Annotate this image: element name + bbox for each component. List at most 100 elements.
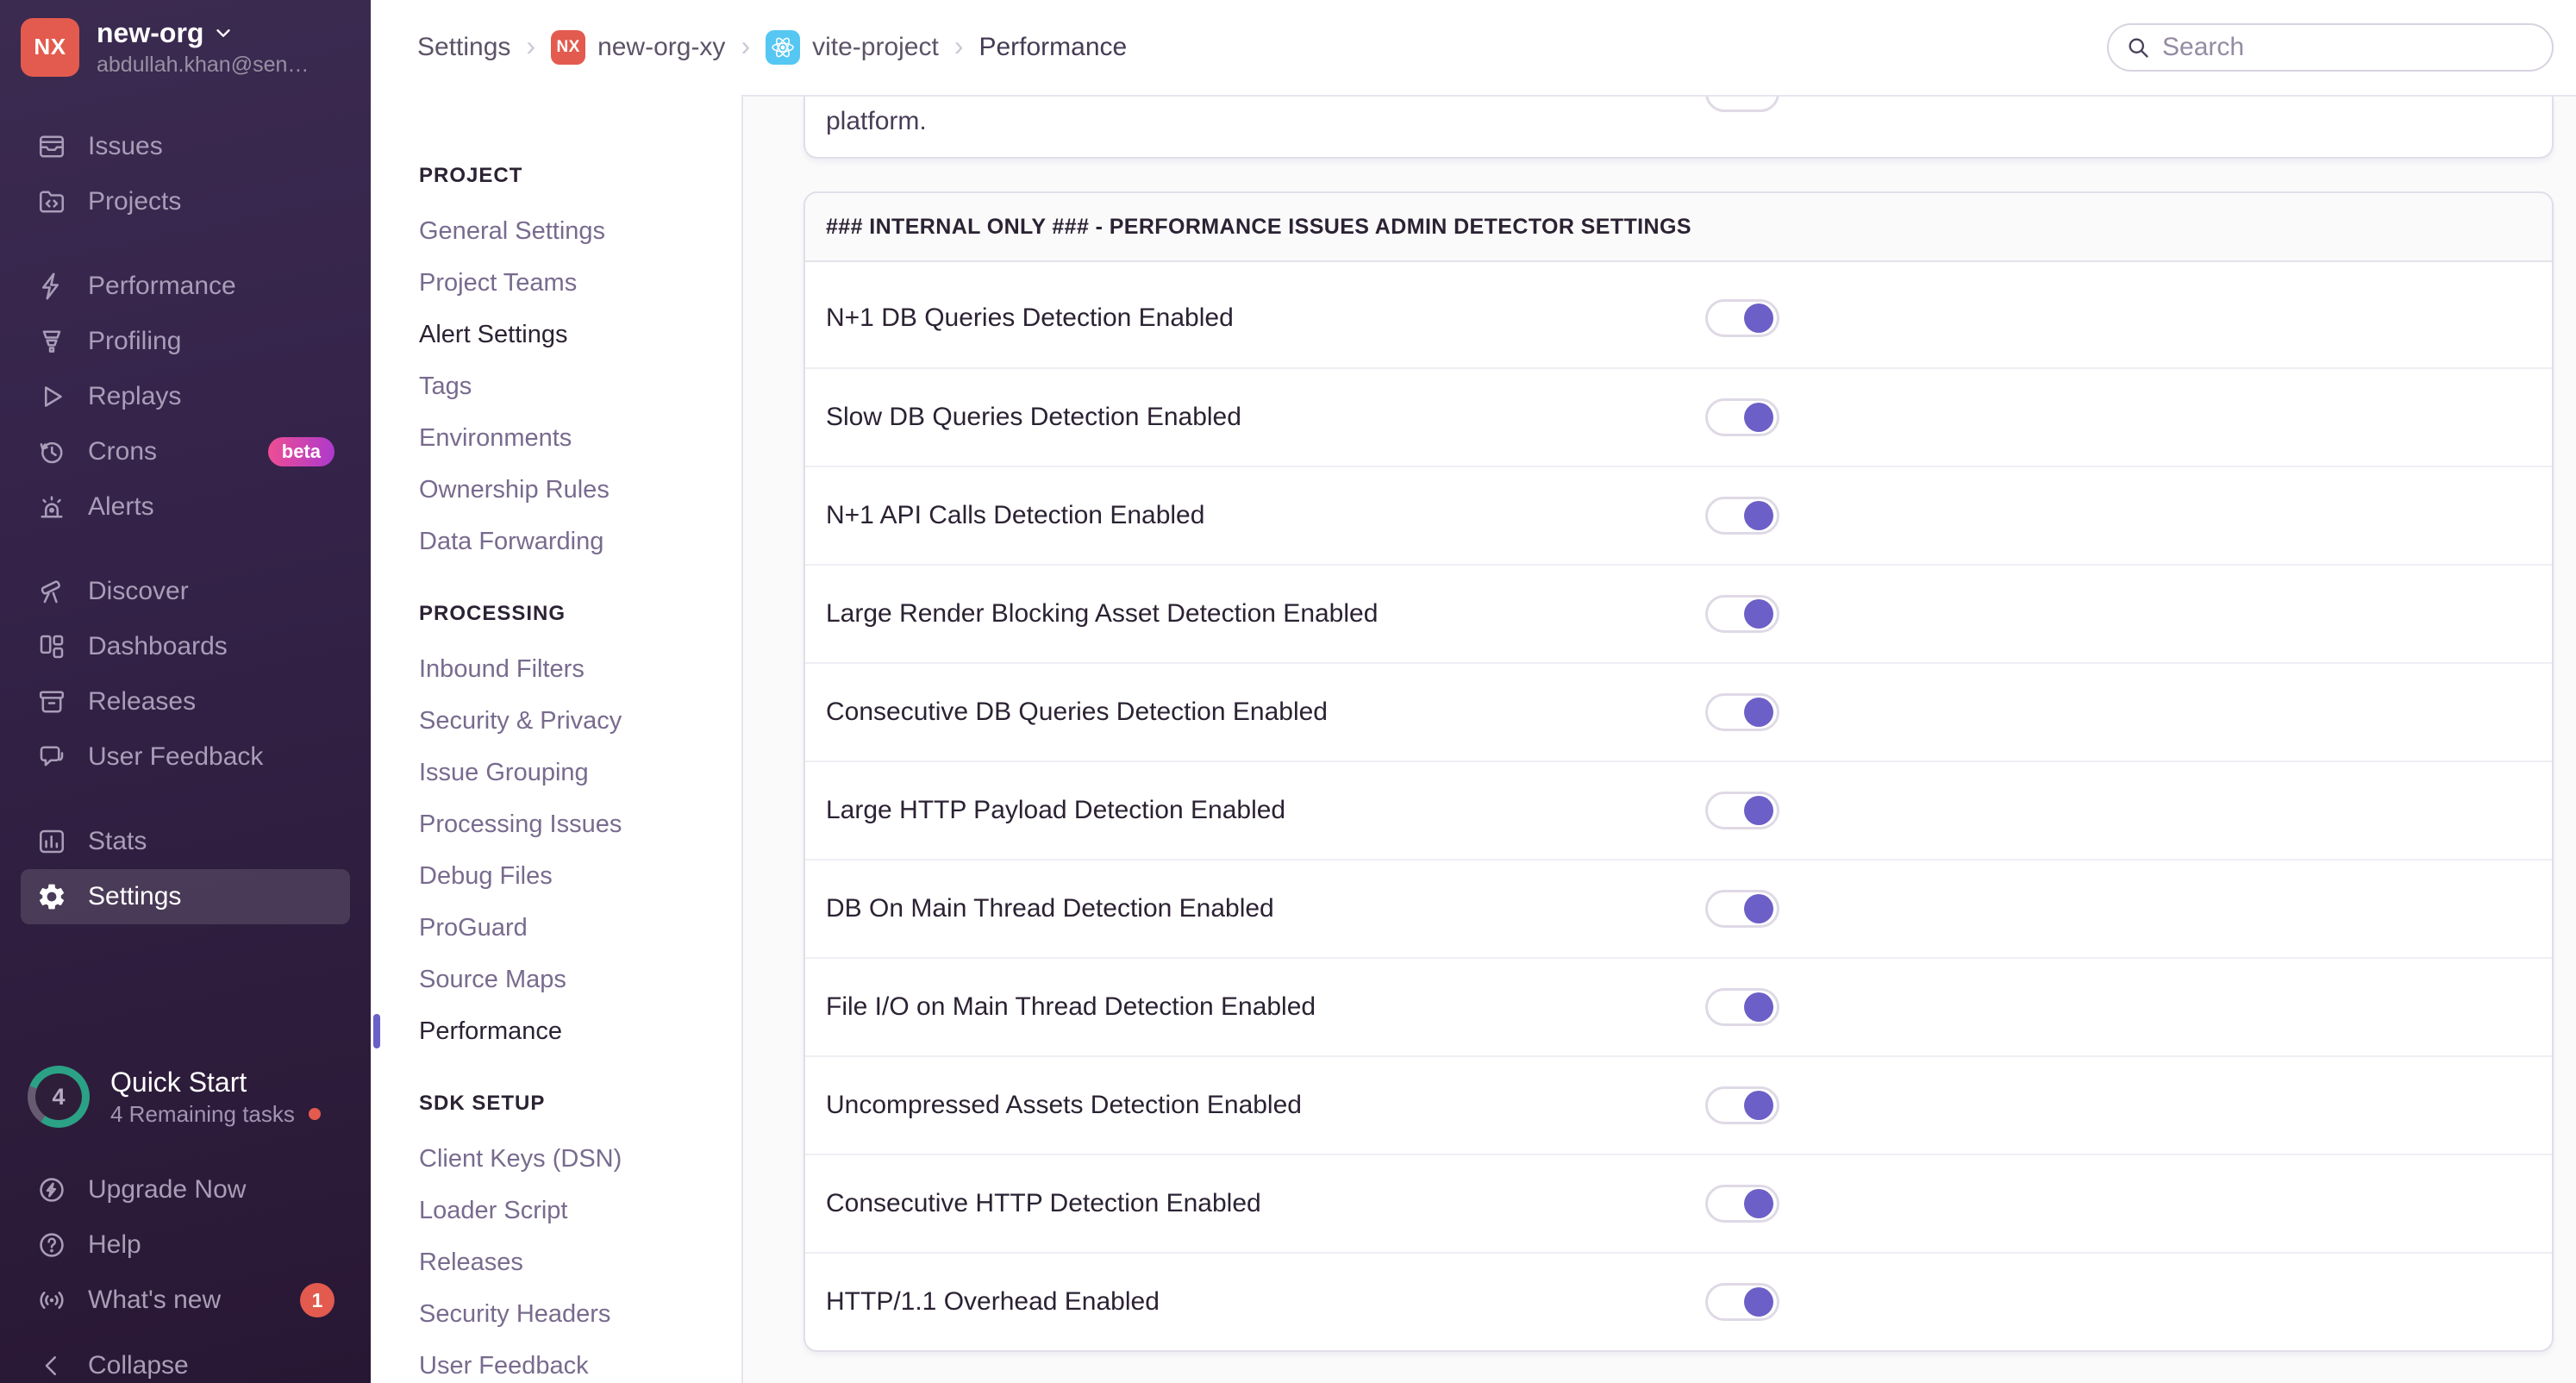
settings-nav-loader-script[interactable]: Loader Script xyxy=(419,1185,721,1236)
org-switcher[interactable]: NX new-org abdullah.khan@sen… xyxy=(21,17,350,78)
settings-nav-alert-settings[interactable]: Alert Settings xyxy=(419,309,721,360)
settings-nav-label: Loader Script xyxy=(419,1196,568,1224)
toggle-n-1-api-calls-detection-enabled[interactable] xyxy=(1705,497,1779,535)
settings-nav-label: Debug Files xyxy=(419,861,553,890)
settings-nav-label: User Feedback xyxy=(419,1351,589,1380)
sidebar-item-label: What's new xyxy=(88,1286,222,1314)
toggle-large-render-blocking-asset-detection-enabled[interactable] xyxy=(1705,595,1779,633)
settings-nav-general-settings[interactable]: General Settings xyxy=(419,205,721,257)
settings-nav-releases[interactable]: Releases xyxy=(419,1236,721,1288)
sidebar-item-label: Discover xyxy=(88,576,189,605)
sidebar-item-issues[interactable]: Issues xyxy=(21,119,350,174)
search-input[interactable] xyxy=(2162,33,2535,62)
quick-start-subtitle: 4 Remaining tasks xyxy=(110,1100,295,1127)
sidebar-item-label: User Feedback xyxy=(88,742,264,771)
sidebar-item-settings[interactable]: Settings xyxy=(21,868,350,924)
sidebar-item-stats[interactable]: Stats xyxy=(21,814,350,869)
detector-row-label: Large HTTP Payload Detection Enabled xyxy=(826,796,1286,824)
settings-nav-section-title: SDK SETUP xyxy=(419,1092,546,1115)
sidebar-group: Issues Projects xyxy=(21,119,350,229)
toggle-consecutive-http-detection-enabled[interactable] xyxy=(1705,1185,1779,1223)
settings-nav-label: Source Maps xyxy=(419,965,566,993)
sidebar-item-performance[interactable]: Performance xyxy=(21,259,350,314)
partial-panel: platform. xyxy=(803,97,2554,159)
sidebar-item-help[interactable]: Help xyxy=(21,1217,350,1273)
settings-nav-security-headers[interactable]: Security Headers xyxy=(419,1288,721,1340)
detector-row-label: DB On Main Thread Detection Enabled xyxy=(826,894,1274,923)
discover-icon xyxy=(36,576,67,607)
settings-nav-data-forwarding[interactable]: Data Forwarding xyxy=(419,516,721,567)
partial-panel-text: platform. xyxy=(826,107,927,135)
settings-nav-inbound-filters[interactable]: Inbound Filters xyxy=(419,643,721,695)
quick-start-progress-ring: 4 xyxy=(28,1066,90,1128)
app-root: NX new-org abdullah.khan@sen… Issues Proj… xyxy=(0,0,2576,1383)
performance-icon xyxy=(36,271,67,302)
search-box[interactable] xyxy=(2107,23,2554,72)
toggle-file-i-o-on-main-thread-detection-enabled[interactable] xyxy=(1705,988,1779,1026)
settings-nav-performance[interactable]: Performance xyxy=(419,1005,721,1057)
settings-nav-processing-issues[interactable]: Processing Issues xyxy=(419,798,721,850)
detector-row: Uncompressed Assets Detection Enabled xyxy=(805,1055,2552,1154)
sidebar-item-dashboards[interactable]: Dashboards xyxy=(21,619,350,674)
settings-nav-section-title: PROJECT xyxy=(419,164,523,187)
sidebar-collapse-button[interactable]: Collapse xyxy=(21,1338,350,1383)
cutoff-toggle[interactable] xyxy=(1705,97,1779,112)
sidebar-item-upgrade-now[interactable]: Upgrade Now xyxy=(21,1162,350,1217)
breadcrumb: Settings › NX new-org-xy › vite-project … xyxy=(417,30,1127,65)
sidebar-item-label: Projects xyxy=(88,186,182,216)
settings-nav-project-teams[interactable]: Project Teams xyxy=(419,257,721,309)
sidebar-item-label: Alerts xyxy=(88,491,154,521)
settings-nav-security-privacy[interactable]: Security & Privacy xyxy=(419,695,721,747)
sidebar-item-releases[interactable]: Releases xyxy=(21,674,350,729)
toggle-consecutive-db-queries-detection-enabled[interactable] xyxy=(1705,693,1779,731)
toggle-uncompressed-assets-detection-enabled[interactable] xyxy=(1705,1086,1779,1124)
toggle-slow-db-queries-detection-enabled[interactable] xyxy=(1705,398,1779,436)
stats-icon xyxy=(36,826,67,857)
detector-row-label: File I/O on Main Thread Detection Enable… xyxy=(826,992,1316,1021)
breadcrumb-org[interactable]: new-org-xy xyxy=(597,33,725,62)
org-name: new-org xyxy=(97,17,204,48)
toggle-large-http-payload-detection-enabled[interactable] xyxy=(1705,792,1779,829)
breadcrumb-settings[interactable]: Settings xyxy=(417,33,510,62)
sidebar-item-user-feedback[interactable]: User Feedback xyxy=(21,729,350,785)
settings-nav-environments[interactable]: Environments xyxy=(419,412,721,464)
settings-nav-client-keys-dsn[interactable]: Client Keys (DSN) xyxy=(419,1133,721,1185)
sidebar-item-crons[interactable]: Crons beta xyxy=(21,424,350,479)
sidebar-item-label: Dashboards xyxy=(88,631,228,660)
sidebar-item-alerts[interactable]: Alerts xyxy=(21,479,350,535)
sidebar-group: Performance Profiling Replays Crons beta Aler… xyxy=(21,259,350,535)
settings-nav-section-title: PROCESSING xyxy=(419,602,566,625)
detector-row: File I/O on Main Thread Detection Enable… xyxy=(805,957,2552,1055)
settings-nav-debug-files[interactable]: Debug Files xyxy=(419,850,721,902)
breadcrumb-separator: › xyxy=(526,29,536,61)
settings-nav-ownership-rules[interactable]: Ownership Rules xyxy=(419,464,721,516)
profiling-icon xyxy=(36,326,67,357)
sidebar-item-profiling[interactable]: Profiling xyxy=(21,314,350,369)
sidebar-item-replays[interactable]: Replays xyxy=(21,369,350,424)
breadcrumb-project[interactable]: vite-project xyxy=(812,33,939,62)
settings-content: platform. ### INTERNAL ONLY ### - PERFOR… xyxy=(743,95,2576,1383)
toggle-db-on-main-thread-detection-enabled[interactable] xyxy=(1705,890,1779,928)
settings-nav-source-maps[interactable]: Source Maps xyxy=(419,954,721,1005)
beta-badge: beta xyxy=(267,436,335,466)
settings-nav-user-feedback[interactable]: User Feedback xyxy=(419,1340,721,1383)
panel-header: ### INTERNAL ONLY ### - PERFORMANCE ISSU… xyxy=(805,193,2552,262)
settings-nav-issue-grouping[interactable]: Issue Grouping xyxy=(419,747,721,798)
sidebar-item-projects[interactable]: Projects xyxy=(21,174,350,229)
quick-start[interactable]: 4 Quick Start 4 Remaining tasks xyxy=(21,1059,350,1135)
sidebar-item-what-s-new[interactable]: What's new 1 xyxy=(21,1273,350,1328)
settings-nav-section: PROCESSING Inbound Filters Security & Priv… xyxy=(419,602,721,1057)
settings-nav-label: Releases xyxy=(419,1248,523,1276)
toggle-http-1-1-overhead-enabled[interactable] xyxy=(1705,1283,1779,1321)
sidebar-item-discover[interactable]: Discover xyxy=(21,564,350,619)
detector-row-label: Slow DB Queries Detection Enabled xyxy=(826,403,1241,431)
search-icon xyxy=(2129,38,2148,58)
sidebar-item-label: Replays xyxy=(88,381,182,410)
detector-row: Large HTTP Payload Detection Enabled xyxy=(805,760,2552,859)
toggle-n-1-db-queries-detection-enabled[interactable] xyxy=(1705,299,1779,337)
collapse-icon xyxy=(36,1350,67,1381)
pending-dot xyxy=(308,1108,321,1121)
settings-nav-tags[interactable]: Tags xyxy=(419,360,721,412)
settings-nav-label: Issue Grouping xyxy=(419,758,589,786)
settings-nav-proguard[interactable]: ProGuard xyxy=(419,902,721,954)
